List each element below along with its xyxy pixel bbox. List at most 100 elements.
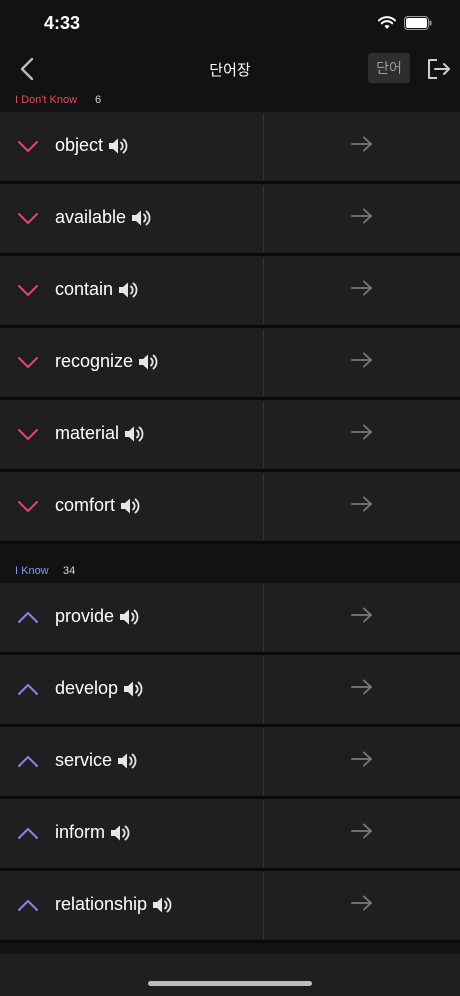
partial-list-item bbox=[0, 954, 460, 996]
chevron-left-icon bbox=[20, 57, 34, 81]
list-item: inform bbox=[0, 799, 460, 871]
list-item: object bbox=[0, 112, 460, 184]
chevron-down-icon[interactable] bbox=[16, 496, 40, 516]
arrow-right-icon bbox=[351, 895, 373, 916]
list-item: service bbox=[0, 727, 460, 799]
word-item: object bbox=[55, 135, 128, 156]
word-item: material bbox=[55, 423, 144, 444]
word-label: relationship bbox=[55, 894, 148, 914]
chevron-up-icon[interactable] bbox=[16, 823, 40, 843]
chevron-up-icon[interactable] bbox=[16, 895, 40, 915]
word-detail-button[interactable] bbox=[264, 400, 460, 469]
word-detail-button[interactable] bbox=[264, 112, 460, 181]
word-toggle[interactable]: contain bbox=[0, 256, 263, 325]
chevron-down-icon[interactable] bbox=[16, 280, 40, 300]
wifi-icon bbox=[378, 16, 396, 29]
chevron-up-icon[interactable] bbox=[16, 679, 40, 699]
word-toggle[interactable]: comfort bbox=[0, 472, 263, 541]
word-toggle[interactable]: develop bbox=[0, 655, 263, 724]
word-label: material bbox=[55, 423, 120, 443]
chevron-down-icon[interactable] bbox=[16, 352, 40, 372]
status-time: 4:33 bbox=[44, 13, 81, 33]
list-item: comfort bbox=[0, 472, 460, 544]
word-label: recognize bbox=[55, 351, 134, 371]
section-count: 34 bbox=[63, 565, 76, 577]
word-label: develop bbox=[55, 678, 119, 698]
speaker-icon[interactable] bbox=[152, 896, 172, 914]
list-item: provide bbox=[0, 583, 460, 655]
word-label: object bbox=[55, 135, 104, 155]
word-toggle[interactable]: provide bbox=[0, 583, 263, 652]
word-item: service bbox=[55, 750, 137, 771]
nav-bar: 단어장 단어 bbox=[0, 48, 460, 88]
speaker-icon[interactable] bbox=[110, 824, 130, 842]
speaker-icon[interactable] bbox=[123, 680, 143, 698]
word-label: service bbox=[55, 750, 113, 770]
word-detail-button[interactable] bbox=[264, 655, 460, 724]
status-icons bbox=[378, 16, 432, 30]
word-toggle[interactable]: object bbox=[0, 112, 263, 181]
battery-icon bbox=[404, 16, 432, 30]
word-item: recognize bbox=[55, 351, 158, 372]
arrow-right-icon bbox=[351, 823, 373, 844]
list-item: relationship bbox=[0, 871, 460, 943]
word-label: available bbox=[55, 207, 127, 227]
word-detail-button[interactable] bbox=[264, 328, 460, 397]
know-list: provide develop service inform relationship bbox=[0, 583, 460, 943]
word-item: develop bbox=[55, 678, 143, 699]
back-button[interactable] bbox=[12, 54, 42, 84]
word-detail-button[interactable] bbox=[264, 256, 460, 325]
list-item: develop bbox=[0, 655, 460, 727]
home-indicator bbox=[148, 981, 312, 986]
word-item: available bbox=[55, 207, 151, 228]
word-detail-button[interactable] bbox=[264, 184, 460, 253]
list-item: contain bbox=[0, 256, 460, 328]
section-count: 6 bbox=[95, 94, 102, 106]
speaker-icon[interactable] bbox=[117, 752, 137, 770]
chevron-down-icon[interactable] bbox=[16, 424, 40, 444]
speaker-icon[interactable] bbox=[124, 425, 144, 443]
list-item: material bbox=[0, 400, 460, 472]
speaker-icon[interactable] bbox=[138, 353, 158, 371]
status-bar: 4:33 bbox=[0, 0, 460, 44]
arrow-right-icon bbox=[351, 679, 373, 700]
word-toggle[interactable]: available bbox=[0, 184, 263, 253]
chevron-up-icon[interactable] bbox=[16, 751, 40, 771]
word-detail-button[interactable] bbox=[264, 799, 460, 868]
arrow-right-icon bbox=[351, 607, 373, 628]
word-label: comfort bbox=[55, 495, 116, 515]
chevron-down-icon[interactable] bbox=[16, 208, 40, 228]
word-item: relationship bbox=[55, 894, 172, 915]
chevron-down-icon[interactable] bbox=[16, 136, 40, 156]
list-item: available bbox=[0, 184, 460, 256]
word-toggle[interactable]: material bbox=[0, 400, 263, 469]
speaker-icon[interactable] bbox=[120, 497, 140, 515]
word-detail-button[interactable] bbox=[264, 871, 460, 940]
arrow-right-icon bbox=[351, 280, 373, 301]
word-toggle[interactable]: inform bbox=[0, 799, 263, 868]
word-label: contain bbox=[55, 279, 114, 299]
word-detail-button[interactable] bbox=[264, 727, 460, 796]
word-toggle[interactable]: relationship bbox=[0, 871, 263, 940]
word-toggle[interactable]: service bbox=[0, 727, 263, 796]
speaker-icon[interactable] bbox=[119, 608, 139, 626]
arrow-right-icon bbox=[351, 496, 373, 517]
logout-button[interactable] bbox=[424, 54, 454, 84]
speaker-icon[interactable] bbox=[118, 281, 138, 299]
word-mode-button[interactable]: 단어 bbox=[368, 53, 410, 83]
list-item: recognize bbox=[0, 328, 460, 400]
arrow-right-icon bbox=[351, 751, 373, 772]
arrow-right-icon bbox=[351, 208, 373, 229]
logout-icon bbox=[428, 59, 450, 79]
speaker-icon[interactable] bbox=[108, 137, 128, 155]
chevron-up-icon[interactable] bbox=[16, 607, 40, 627]
dont-know-list: object available contain recognize material c… bbox=[0, 112, 460, 544]
arrow-right-icon bbox=[351, 352, 373, 373]
speaker-icon[interactable] bbox=[131, 209, 151, 227]
word-item: comfort bbox=[55, 495, 140, 516]
word-item: contain bbox=[55, 279, 138, 300]
word-detail-button[interactable] bbox=[264, 583, 460, 652]
word-detail-button[interactable] bbox=[264, 472, 460, 541]
word-toggle[interactable]: recognize bbox=[0, 328, 263, 397]
section-label: I Know bbox=[15, 565, 49, 577]
